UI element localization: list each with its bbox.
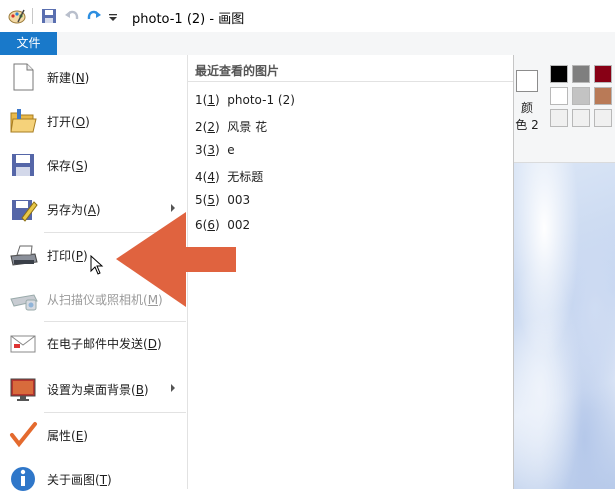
properties-check-icon bbox=[10, 422, 37, 448]
color2-swatch[interactable] bbox=[516, 70, 538, 92]
new-file-icon bbox=[13, 63, 34, 91]
quick-access-separator bbox=[32, 8, 33, 24]
email-icon bbox=[10, 335, 36, 353]
menu-item-label: 保存(S) bbox=[47, 159, 88, 173]
menu-item-open-folder[interactable]: 打开(O) bbox=[0, 99, 186, 143]
menu-item-new-file[interactable]: 新建(N) bbox=[0, 55, 186, 99]
printer-icon bbox=[10, 245, 38, 266]
recent-picture-item[interactable]: 1(1) photo-1 (2) bbox=[195, 93, 295, 107]
menu-item-label: 新建(N) bbox=[47, 71, 90, 85]
annotation-arrow-icon bbox=[116, 212, 236, 307]
redo-icon[interactable] bbox=[86, 8, 102, 24]
palette-swatch[interactable] bbox=[594, 87, 612, 105]
open-folder-icon bbox=[10, 109, 37, 133]
save-quick-icon[interactable] bbox=[41, 8, 57, 24]
mouse-cursor-icon bbox=[90, 255, 104, 275]
info-icon bbox=[11, 467, 35, 491]
palette-swatch[interactable] bbox=[572, 87, 590, 105]
window-title: photo-1 (2) - 画图 bbox=[132, 12, 245, 27]
palette-swatch[interactable] bbox=[550, 109, 568, 127]
menu-item-label: 在电子邮件中发送(D) bbox=[47, 337, 162, 351]
file-menu: 新建(N) 打开(O) 保存(S) 另存为(A) 打印(P) 从扫描仪或照相机(M) 在电子… bbox=[0, 55, 514, 491]
customize-toolbar-dropdown-icon[interactable] bbox=[108, 8, 118, 24]
recent-divider bbox=[188, 81, 513, 82]
recent-picture-item[interactable]: 2(2) 风景 花 bbox=[195, 118, 267, 135]
submenu-arrow-icon bbox=[171, 204, 175, 212]
color2-label-text: 颜 色 2 bbox=[515, 101, 539, 132]
desktop-background-icon bbox=[10, 378, 36, 401]
recent-pictures-heading: 最近查看的图片 bbox=[195, 64, 280, 78]
menu-item-desktop-background[interactable]: 设置为桌面背景(B) bbox=[0, 367, 186, 411]
submenu-arrow-icon bbox=[171, 384, 175, 392]
menu-item-label: 打开(O) bbox=[47, 115, 90, 129]
menu-item-save[interactable]: 保存(S) bbox=[0, 143, 186, 187]
save-as-icon bbox=[12, 200, 38, 222]
palette-swatch[interactable] bbox=[594, 109, 612, 127]
recent-picture-item[interactable]: 4(4) 无标题 bbox=[195, 168, 263, 185]
menu-item-label: 属性(E) bbox=[47, 429, 88, 443]
undo-icon[interactable] bbox=[64, 8, 80, 24]
menu-item-properties-check[interactable]: 属性(E) bbox=[0, 413, 186, 457]
recent-picture-item[interactable]: 3(3) e bbox=[195, 143, 235, 157]
menu-item-label: 设置为桌面背景(B) bbox=[47, 383, 149, 397]
menu-item-label: 关于画图(T) bbox=[47, 473, 112, 487]
palette-swatch[interactable] bbox=[572, 65, 590, 83]
palette-swatch[interactable] bbox=[594, 65, 612, 83]
image-canvas[interactable] bbox=[514, 163, 615, 489]
menu-item-info[interactable]: 关于画图(T) bbox=[0, 457, 186, 501]
color2-label[interactable]: 颜 色 2 bbox=[515, 100, 539, 134]
palette-swatch[interactable] bbox=[550, 65, 568, 83]
title-bar: photo-1 (2) - 画图 bbox=[0, 0, 615, 32]
palette-swatch[interactable] bbox=[550, 87, 568, 105]
palette-swatch[interactable] bbox=[572, 109, 590, 127]
menu-item-label: 打印(P) bbox=[47, 249, 88, 263]
paint-app-icon[interactable] bbox=[8, 8, 26, 24]
recent-picture-item[interactable]: 5(5) 003 bbox=[195, 193, 250, 207]
save-icon bbox=[12, 154, 34, 176]
menu-item-label: 另存为(A) bbox=[47, 203, 101, 217]
menu-item-email[interactable]: 在电子邮件中发送(D) bbox=[0, 321, 186, 365]
scanner-icon bbox=[10, 294, 38, 311]
file-tab[interactable]: 文件 bbox=[0, 32, 57, 55]
